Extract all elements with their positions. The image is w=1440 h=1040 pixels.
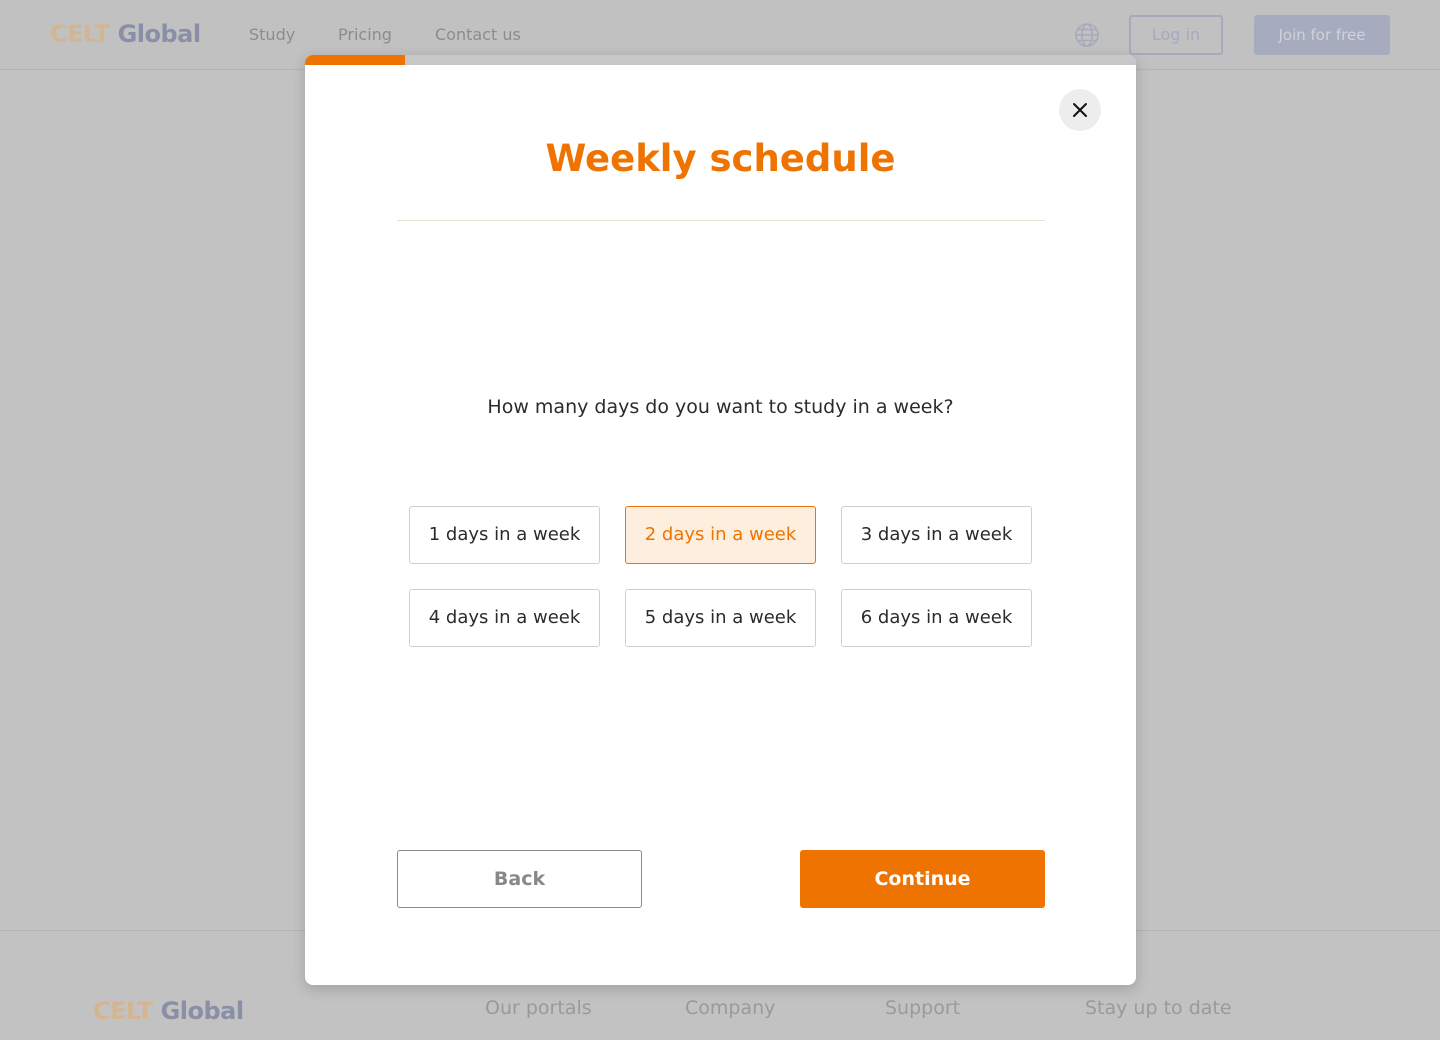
- option-6-days[interactable]: 6 days in a week: [841, 589, 1032, 647]
- logo-part-2: Global: [117, 20, 202, 48]
- footer-logo[interactable]: CELT Global: [93, 997, 244, 1025]
- title-divider: [397, 220, 1045, 221]
- footer-heading-support: Support: [885, 997, 961, 1019]
- brand-logo[interactable]: CELT Global: [50, 20, 201, 48]
- back-button[interactable]: Back: [397, 850, 642, 908]
- footer-heading-company: Company: [685, 997, 776, 1019]
- footer-logo-part-1: CELT: [93, 997, 153, 1025]
- option-3-days[interactable]: 3 days in a week: [841, 506, 1032, 564]
- option-2-days[interactable]: 2 days in a week: [625, 506, 816, 564]
- nav-link-study[interactable]: Study: [249, 25, 295, 44]
- footer-logo-part-2: Global: [160, 997, 245, 1025]
- login-button[interactable]: Log in: [1129, 15, 1223, 55]
- option-1-days[interactable]: 1 days in a week: [409, 506, 600, 564]
- close-button[interactable]: [1059, 89, 1101, 131]
- progress-bar: [305, 55, 1136, 65]
- progress-bar-fill: [305, 55, 405, 65]
- footer-heading-stay-up-to-date: Stay up to date: [1085, 997, 1232, 1019]
- close-icon: [1073, 103, 1087, 117]
- globe-icon[interactable]: [1074, 22, 1100, 48]
- option-4-days[interactable]: 4 days in a week: [409, 589, 600, 647]
- modal-title: Weekly schedule: [545, 137, 896, 180]
- nav-link-pricing[interactable]: Pricing: [338, 25, 392, 44]
- option-5-days[interactable]: 5 days in a week: [625, 589, 816, 647]
- question-text: How many days do you want to study in a …: [487, 396, 954, 418]
- nav-link-contact[interactable]: Contact us: [435, 25, 521, 44]
- continue-button[interactable]: Continue: [800, 850, 1045, 908]
- logo-part-1: CELT: [50, 20, 110, 48]
- weekly-schedule-modal: Weekly schedule How many days do you wan…: [305, 55, 1136, 985]
- join-for-free-button[interactable]: Join for free: [1254, 15, 1390, 55]
- footer-heading-portals: Our portals: [485, 997, 592, 1019]
